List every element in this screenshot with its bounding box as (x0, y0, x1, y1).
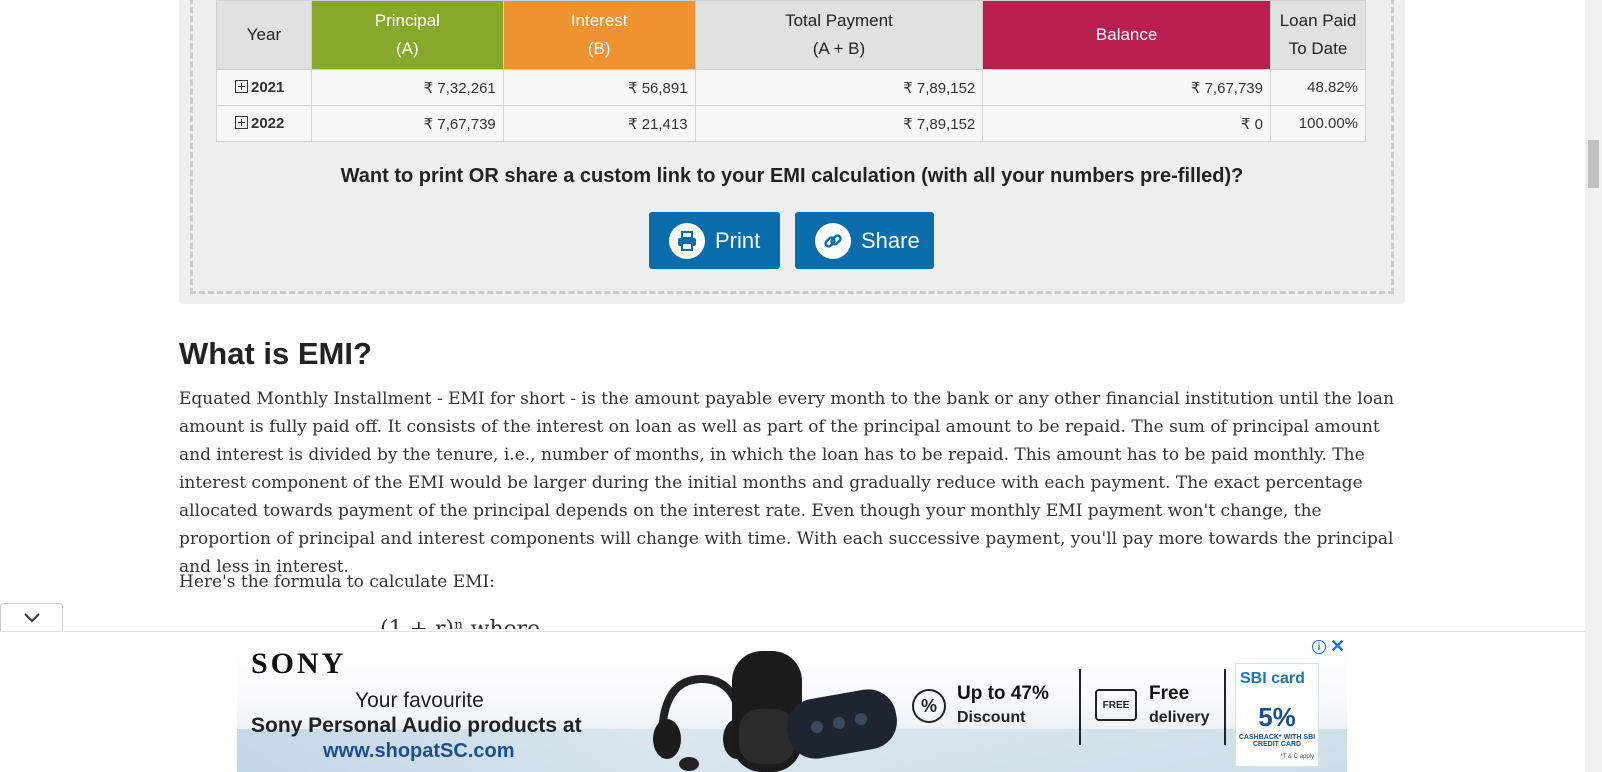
loan-paid-cell: 48.82% (1269, 69, 1367, 106)
interest-cell: ₹ 21,413 (502, 105, 696, 142)
expand-plus-icon[interactable] (235, 80, 248, 93)
balance-cell: ₹ 7,67,739 (982, 69, 1271, 106)
print-share-prompt: Want to print OR share a custom link to … (340, 165, 1244, 187)
printer-icon (669, 222, 705, 259)
sbi-card-offer: SBI card 5% CASHBACK* WITH SBI CREDIT CA… (1235, 663, 1319, 767)
principal-cell: ₹ 7,67,739 (310, 105, 504, 142)
principal-cell: ₹ 7,32,261 (310, 69, 504, 106)
emi-calculator-panel: Year Principal (A) Interest (B) Total Paym… (179, 0, 1405, 304)
link-icon (815, 222, 851, 259)
interest-cell: ₹ 56,891 (502, 69, 696, 106)
ad-offer-discount-title: Up to 47% (957, 683, 1049, 704)
ad-close-icon[interactable]: ✕ (1330, 637, 1345, 655)
share-button[interactable]: Share (795, 212, 934, 269)
formula-intro-text: Here's the formula to calculate EMI: (179, 572, 495, 592)
terms-label: *T & C apply (1280, 754, 1314, 760)
sony-ad-banner[interactable]: SONY Your favourite Sony Personal Audio … (237, 639, 1347, 772)
col-header-principal: Principal (A) (310, 0, 504, 70)
table-row[interactable]: 2021 ₹ 7,32,261 ₹ 56,891 ₹ 7,89,152 ₹ 7,… (216, 69, 1367, 106)
col-header-interest: Interest (B) (502, 0, 696, 70)
ad-divider (1079, 669, 1081, 745)
col-header-total-payment: Total Payment (A + B) (694, 0, 984, 70)
table-row[interactable]: 2022 ₹ 7,67,739 ₹ 21,413 ₹ 7,89,152 ₹ 0 … (216, 105, 1367, 142)
discount-badge-icon: % (912, 689, 946, 723)
expand-plus-icon[interactable] (235, 116, 248, 129)
ad-url: www.shopatSC.com (323, 740, 515, 762)
article-paragraph: Equated Monthly Installment - EMI for sh… (179, 389, 1395, 577)
scrollbar-thumb[interactable] (1588, 140, 1599, 188)
balance-cell: ₹ 0 (982, 105, 1271, 142)
year-cell[interactable]: 2021 (216, 69, 312, 106)
print-button[interactable]: Print (649, 212, 780, 269)
cashback-percent: 5% (1258, 702, 1296, 732)
ad-tagline-1: Your favourite (355, 689, 484, 712)
total-payment-cell: ₹ 7,89,152 (694, 105, 984, 142)
payment-schedule-table: Year Principal (A) Interest (B) Total Paym… (216, 0, 1367, 142)
cashback-label: CASHBACK* WITH SBI CREDIT CARD (1238, 734, 1316, 748)
vertical-scrollbar[interactable] (1585, 0, 1602, 772)
table-header-row: Year Principal (A) Interest (B) Total Paym… (216, 0, 1367, 70)
ad-tagline-2: Sony Personal Audio products at (251, 714, 582, 737)
print-button-label: Print (715, 227, 761, 253)
chevron-down-icon (23, 613, 40, 623)
ad-info-icon[interactable]: i (1312, 640, 1326, 654)
total-payment-cell: ₹ 7,89,152 (694, 69, 984, 106)
collapse-ad-tab[interactable] (0, 603, 63, 632)
formula-partial: (1 + r)ⁿ where (380, 617, 540, 629)
delivery-truck-icon: FREE (1095, 689, 1137, 721)
ad-offer-delivery-title: Free (1149, 683, 1190, 704)
ad-offer-delivery-sub: delivery (1149, 709, 1210, 726)
col-header-loan-paid: Loan Paid To Date (1269, 0, 1367, 70)
col-header-balance: Balance (982, 0, 1271, 70)
headphones-speakers-image (653, 651, 897, 772)
share-button-label: Share (861, 227, 920, 253)
article-heading: What is EMI? (179, 336, 372, 371)
ad-divider (1224, 669, 1226, 745)
loan-paid-cell: 100.00% (1269, 105, 1367, 142)
year-cell[interactable]: 2022 (216, 105, 312, 142)
col-header-year: Year (216, 0, 312, 70)
ad-brand-logo: SONY (251, 647, 347, 680)
sbi-card-logo: SBI card (1240, 670, 1305, 687)
ad-offer-discount-sub: Discount (957, 709, 1026, 726)
